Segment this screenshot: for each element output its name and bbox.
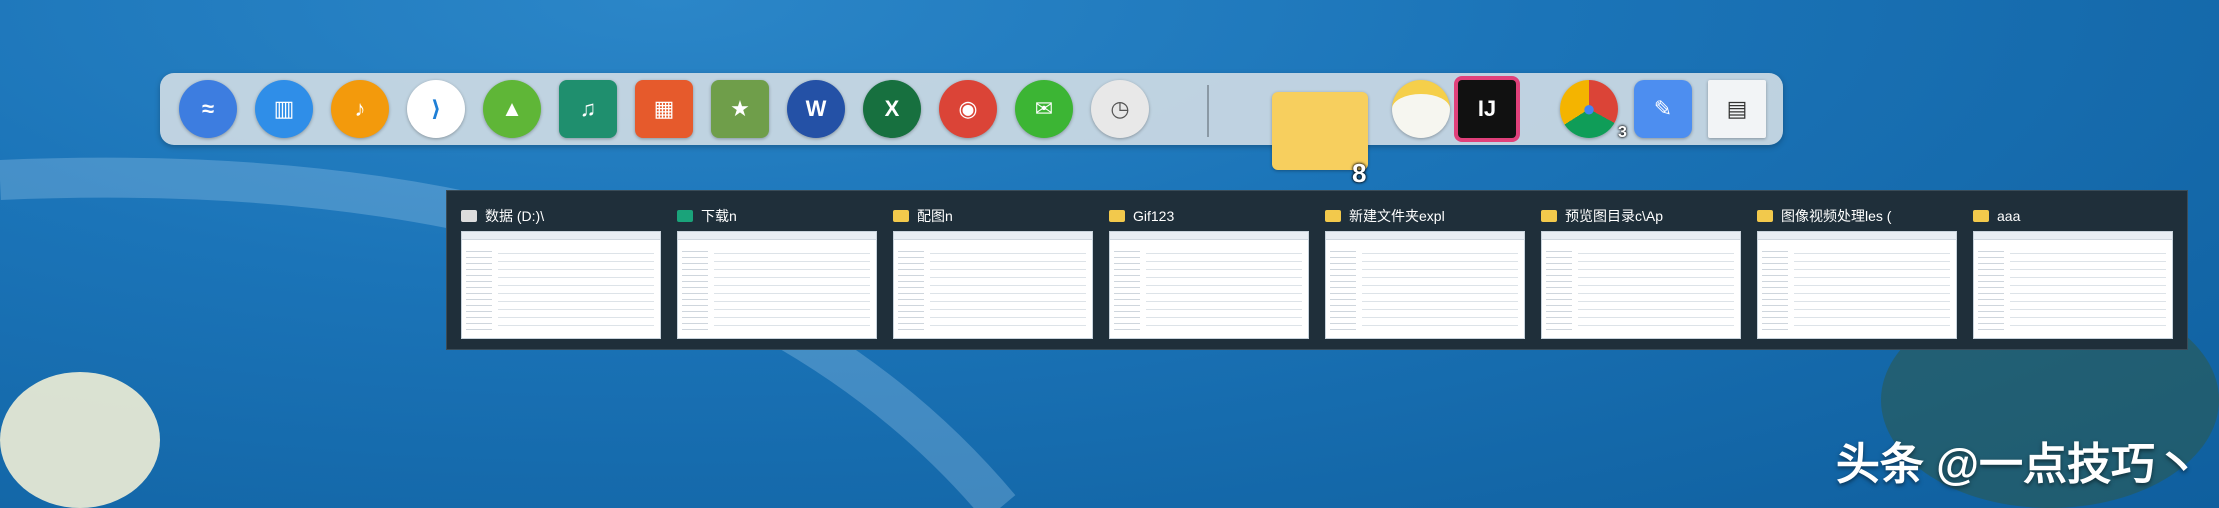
thumbnail-toolbar [1758,232,1956,240]
thumbnail-sidebar [1762,246,1788,334]
window-title: 预览图目录c\Ap [1565,208,1664,224]
wallpaper-cloud [0,372,160,508]
thumbnail-file-list [714,246,870,326]
thumbnail-file-list [498,246,654,326]
thumbnail-sidebar [1978,246,2004,334]
window-title-row: 图像视频处理les ( [1757,201,1957,231]
thumbnail-toolbar [462,232,660,240]
music-app-icon[interactable]: ♪ [331,80,389,138]
window-preview[interactable]: 配图n [893,201,1093,341]
thumbnail-toolbar [894,232,1092,240]
window-preview[interactable]: 新建文件夹expl [1325,201,1525,341]
folder-icon [1973,210,1989,222]
thumbnail-sidebar [682,246,708,334]
download-folder-icon [677,210,693,222]
window-preview[interactable]: Gif123 [1109,201,1309,341]
window-title-row: 下载n [677,201,877,231]
screenshot-window-icon[interactable]: ▤ [1708,80,1766,138]
window-preview[interactable]: aaa [1973,201,2173,341]
folder-icon [1325,210,1341,222]
apps-folder-icon[interactable]: ▦ [635,80,693,138]
window-title: aaa [1997,208,2021,224]
thumbnail-sidebar [1114,246,1140,334]
word-icon[interactable]: W [787,80,845,138]
window-thumbnail[interactable] [461,231,661,339]
window-thumbnail[interactable] [677,231,877,339]
window-thumbnail[interactable] [1325,231,1525,339]
thumbnail-file-list [1146,246,1302,326]
window-thumbnail[interactable] [1541,231,1741,339]
excel-icon[interactable]: X [863,80,921,138]
thumbnail-sidebar [466,246,492,334]
watermark: 头条 @一点技巧丶 [1835,440,2199,489]
drive-icon [461,210,477,222]
window-title: 数据 (D:)\ [485,208,545,224]
window-preview[interactable]: 预览图目录c\Ap [1541,201,1741,341]
thumbnail-toolbar [1110,232,1308,240]
thumbnail-toolbar [1326,232,1524,240]
window-title: 图像视频处理les ( [1781,208,1892,224]
thumbnail-file-list [1794,246,1950,326]
dock-separator [1207,85,1209,137]
thumbnail-toolbar [1974,232,2172,240]
thumbnail-file-list [1362,246,1518,326]
window-thumbnail[interactable] [893,231,1093,339]
thumbnail-sidebar [1546,246,1572,334]
clock-icon[interactable]: ◷ [1091,80,1149,138]
vscode-icon[interactable]: ⟩ [407,80,465,138]
folder-icon [893,210,909,222]
pen-app-icon[interactable]: ✎ [1634,80,1692,138]
intellij-label: IJ [1477,96,1497,121]
thumbnail-toolbar [678,232,876,240]
folder-icon [1757,210,1773,222]
window-title-row: 预览图目录c\Ap [1541,201,1741,231]
window-title: 下载n [701,208,737,224]
window-title-row: 配图n [893,201,1093,231]
window-count-badge: 3 [1618,124,1627,141]
window-count-badge: 8 [1352,158,1367,188]
wechat-icon[interactable]: ✉ [1015,80,1073,138]
chrome-icon[interactable]: ◉ [939,80,997,138]
folder-icon [1109,210,1125,222]
window-title-row: 数据 (D:)\ [461,201,661,231]
window-thumbnail[interactable] [1973,231,2173,339]
window-title-row: aaa [1973,201,2173,231]
notes-icon[interactable] [1392,80,1450,138]
thumbnail-file-list [1578,246,1734,326]
window-preview[interactable]: 下载n [677,201,877,341]
window-title: 新建文件夹expl [1349,208,1445,224]
music-folder-icon[interactable]: ♫ [559,80,617,138]
window-title: Gif123 [1133,208,1175,224]
window-thumbnail[interactable] [1757,231,1957,339]
window-thumbnail[interactable] [1109,231,1309,339]
folder-icon [1541,210,1557,222]
window-title-row: 新建文件夹expl [1325,201,1525,231]
wave-app-icon[interactable]: ≈ [179,80,237,138]
screen-cast-icon[interactable]: ▲ [483,80,541,138]
window-preview[interactable]: 数据 (D:)\ [461,201,661,341]
favorites-folder-icon[interactable]: ★ [711,80,769,138]
chrome-icon[interactable]: ● [1560,80,1618,138]
window-title-row: Gif123 [1109,201,1309,231]
window-preview[interactable]: 图像视频处理les ( [1757,201,1957,341]
dashboard-app-icon[interactable]: ▥ [255,80,313,138]
intellij-icon[interactable]: IJ [1458,80,1516,138]
thumbnail-toolbar [1542,232,1740,240]
thumbnail-file-list [2010,246,2166,326]
thumbnail-sidebar [1330,246,1356,334]
thumbnail-file-list [930,246,1086,326]
window-title: 配图n [917,208,953,224]
thumbnail-sidebar [898,246,924,334]
window-preview-panel: 数据 (D:)\ 下载n 配图n Gif123 新建文件夹expl 预览图目录c\Ap 图像… [446,190,2188,350]
